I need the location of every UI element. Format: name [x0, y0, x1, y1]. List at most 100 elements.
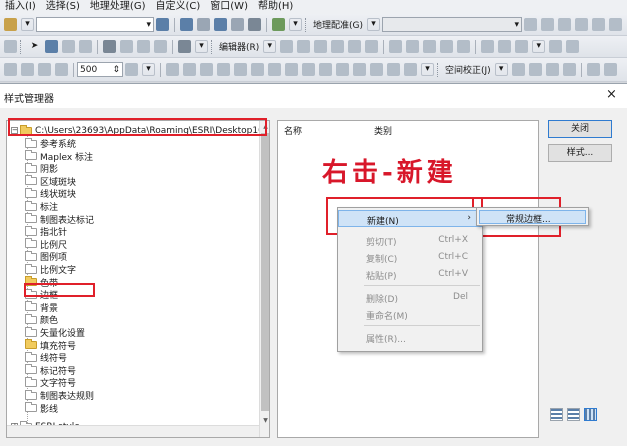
hyperlink-icon[interactable]: [79, 40, 92, 53]
tree-item[interactable]: 颜色: [25, 313, 58, 326]
menu-windows[interactable]: 窗口(W): [205, 0, 253, 14]
tree-item[interactable]: 标记符号: [25, 364, 76, 377]
menu-item-rename[interactable]: 重命名(M): [338, 306, 482, 323]
rectangle-icon[interactable]: [21, 63, 34, 76]
menu-insert[interactable]: 插入(I): [0, 0, 41, 14]
dropdown-arrow-icon[interactable]: ▾: [263, 40, 277, 53]
multi-displacement-icon[interactable]: [545, 63, 559, 76]
reshape-icon[interactable]: [406, 40, 420, 53]
traverse-icon[interactable]: [200, 63, 213, 76]
straight-segment-icon[interactable]: [314, 40, 328, 53]
select-elements-icon[interactable]: ➤: [28, 40, 41, 53]
edit-annotation-icon[interactable]: [297, 40, 311, 53]
tree-item[interactable]: 线状斑块: [25, 187, 76, 200]
split-into-cogo-icon[interactable]: [217, 63, 230, 76]
dropdown-arrow-icon[interactable]: ▾: [142, 63, 155, 76]
menu-geoprocessing[interactable]: 地理处理(G): [85, 0, 151, 14]
tree-item[interactable]: 背景: [25, 301, 58, 314]
tree-item[interactable]: 制图表达规则: [25, 389, 94, 402]
tree-item[interactable]: 指北针: [25, 225, 67, 238]
point-icon[interactable]: [365, 40, 379, 53]
split-icon[interactable]: [440, 40, 454, 53]
style-tree[interactable]: − C:\Users\23693\AppData\Roaming\ESRI\De…: [6, 120, 270, 438]
lock-icon[interactable]: [353, 63, 366, 76]
time-slider-icon[interactable]: [178, 40, 191, 53]
identify-icon[interactable]: [45, 40, 58, 53]
scale-input[interactable]: 500 ⇕: [77, 62, 123, 77]
table-icon[interactable]: [387, 63, 400, 76]
cut-polygons-icon[interactable]: [423, 40, 437, 53]
tree-item[interactable]: 标注: [25, 200, 58, 213]
line-direction-icon[interactable]: [183, 63, 196, 76]
editor-toolbar-icon[interactable]: [156, 18, 169, 31]
menu-item-properties[interactable]: 属性(R)...: [338, 329, 482, 346]
flip-icon[interactable]: [558, 18, 571, 31]
tree-item[interactable]: 比例文字: [25, 263, 76, 276]
edit-vertices-icon[interactable]: [389, 40, 403, 53]
compare-icon[interactable]: [370, 63, 383, 76]
scroll-thumb[interactable]: [261, 133, 269, 411]
menu-item-copy[interactable]: 复制(C) Ctrl+C: [338, 249, 482, 266]
tree-item[interactable]: 图例项: [25, 250, 67, 263]
dropdown-arrow-icon[interactable]: ▾: [195, 40, 208, 53]
vertical-scrollbar[interactable]: ▲ ▼: [259, 121, 269, 437]
circle-icon[interactable]: [268, 63, 281, 76]
column-category[interactable]: 类别: [374, 124, 392, 137]
identity-link-icon[interactable]: [562, 63, 576, 76]
group-icon[interactable]: [404, 63, 417, 76]
details-view-icon[interactable]: [584, 408, 597, 421]
menu-item-normal-border[interactable]: 常规边框...: [479, 210, 586, 225]
geo-registration-menu[interactable]: 地理配准(G): [311, 18, 365, 31]
close-icon[interactable]: ×: [606, 88, 617, 101]
tree-item[interactable]: 制图表达标记: [25, 213, 94, 226]
tree-item[interactable]: 线符号: [25, 351, 67, 364]
dropdown-arrow-icon[interactable]: ▾: [532, 40, 546, 53]
report-icon[interactable]: [336, 63, 349, 76]
sketch-properties-icon[interactable]: [498, 40, 512, 53]
proportion-icon[interactable]: [234, 63, 247, 76]
tree-item[interactable]: 区域斑块: [25, 175, 76, 188]
find-route-icon[interactable]: [120, 40, 133, 53]
cogo-icon[interactable]: [166, 63, 179, 76]
dropdown-arrow-icon[interactable]: ▾: [21, 18, 34, 31]
offset-icon[interactable]: [285, 63, 298, 76]
search-window-icon[interactable]: [214, 18, 227, 31]
dropdown-arrow-icon[interactable]: ▾: [494, 63, 508, 76]
menu-customize[interactable]: 自定义(C): [150, 0, 205, 14]
modify-link-icon[interactable]: [528, 63, 542, 76]
tree-item[interactable]: 文字符号: [25, 376, 76, 389]
dropdown-arrow-icon[interactable]: ▾: [421, 63, 434, 76]
model-builder-icon[interactable]: [272, 18, 285, 31]
construct-points-icon[interactable]: [319, 63, 332, 76]
catalog-icon[interactable]: [197, 18, 210, 31]
styles-button[interactable]: 样式...: [548, 144, 612, 162]
snapping-icon[interactable]: [549, 40, 563, 53]
python-window-icon[interactable]: [248, 18, 261, 31]
toolbar-grip[interactable]: [211, 39, 214, 54]
menu-item-paste[interactable]: 粘贴(P) Ctrl+V: [338, 266, 482, 283]
add-data-icon[interactable]: [4, 18, 17, 31]
snapping-options-icon[interactable]: [566, 40, 580, 53]
tree-item[interactable]: 填充符号: [25, 339, 76, 352]
close-button[interactable]: 关闭: [548, 120, 612, 138]
toolbar-grip[interactable]: [20, 39, 23, 54]
tree-item[interactable]: 矢量化设置: [25, 326, 85, 339]
menu-help[interactable]: 帮助(H): [253, 0, 298, 14]
trace-icon[interactable]: [348, 40, 362, 53]
attributes-icon[interactable]: [481, 40, 495, 53]
editor-menu[interactable]: 编辑器(R): [217, 40, 261, 53]
tree-item[interactable]: Maplex 标注: [25, 150, 93, 163]
menu-selection[interactable]: 选择(S): [41, 0, 85, 14]
create-features-icon[interactable]: [515, 40, 529, 53]
curve-icon[interactable]: [251, 63, 264, 76]
rotate-feature-icon[interactable]: [457, 40, 471, 53]
draw-icon[interactable]: [4, 63, 17, 76]
rotate-icon[interactable]: [524, 18, 537, 31]
add-control-points-icon[interactable]: [575, 18, 588, 31]
shift-icon[interactable]: [541, 18, 554, 31]
tree-item[interactable]: 影线: [25, 402, 58, 415]
font-icon[interactable]: [55, 63, 68, 76]
fill-color-icon[interactable]: [125, 63, 138, 76]
large-icons-view-icon[interactable]: [550, 408, 563, 421]
find-icon[interactable]: [103, 40, 116, 53]
